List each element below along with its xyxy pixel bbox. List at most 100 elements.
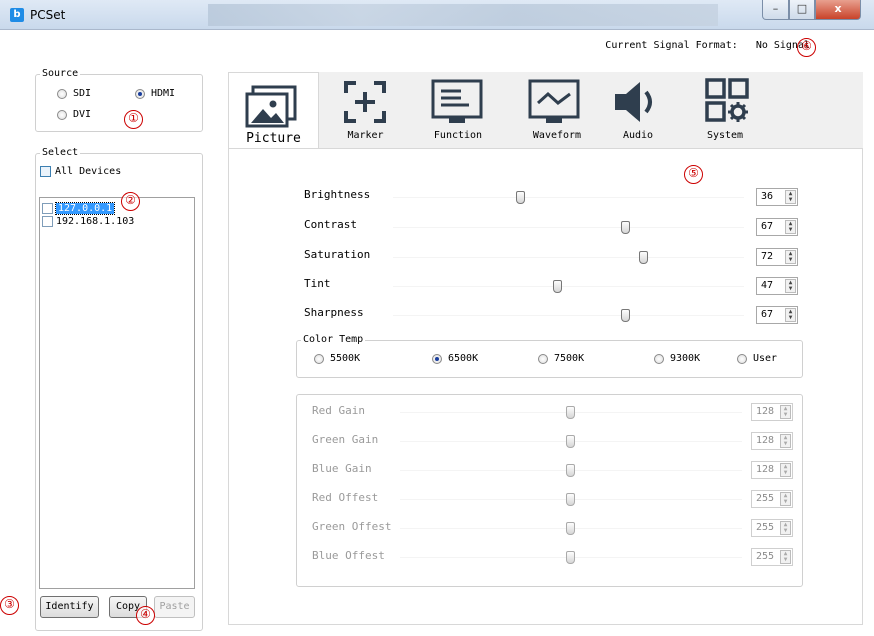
system-icon <box>705 78 749 122</box>
all-devices-checkbox[interactable]: All Devices <box>40 166 121 177</box>
gain-label: Blue Gain <box>312 462 372 475</box>
tab-function[interactable]: Function <box>411 72 505 148</box>
gain-label: Green Gain <box>312 433 379 446</box>
value-spinbox[interactable]: 67 ▲ ▼ <box>756 218 798 236</box>
slider-label: Tint <box>304 277 331 290</box>
tab-system[interactable]: System <box>685 72 765 148</box>
gain-label: Blue Offest <box>312 549 385 562</box>
source-group: Source <box>35 68 203 132</box>
color-temp-radio-6500k[interactable]: 6500K <box>432 353 478 364</box>
spin-arrows-icon[interactable]: ▲ ▼ <box>780 521 791 535</box>
spin-arrows-icon[interactable]: ▲ ▼ <box>785 308 796 322</box>
spin-arrows-icon[interactable]: ▲ ▼ <box>785 279 796 293</box>
window-title: PCSet <box>30 8 66 22</box>
slider-label: Saturation <box>304 248 371 261</box>
value-spinbox[interactable]: 255 ▲ ▼ <box>751 548 793 566</box>
spin-arrows-icon[interactable]: ▲ ▼ <box>780 550 791 564</box>
value-spinbox[interactable]: 255 ▲ ▼ <box>751 519 793 537</box>
slider-track[interactable] <box>393 197 744 198</box>
checkbox-icon <box>40 166 51 177</box>
slider-track[interactable] <box>393 315 744 316</box>
slider-label: Sharpness <box>304 306 364 319</box>
color-temp-legend: Color Temp <box>301 334 366 345</box>
tab-waveform[interactable]: Waveform <box>510 72 604 148</box>
slider-thumb[interactable] <box>566 406 575 419</box>
picture-icon <box>245 85 297 128</box>
checkbox-icon[interactable] <box>42 203 53 214</box>
annotation-4: ④ <box>136 606 155 625</box>
function-icon <box>431 79 483 123</box>
slider-track[interactable] <box>393 227 744 228</box>
signal-format: Current Signal Format: No Signal <box>605 40 810 51</box>
color-temp-radio-5500k[interactable]: 5500K <box>314 353 360 364</box>
spin-arrows-icon[interactable]: ▲ ▼ <box>780 492 791 506</box>
color-temp-radio-user[interactable]: User <box>737 353 777 364</box>
radio-icon <box>737 353 747 364</box>
value-spinbox[interactable]: 128 ▲ ▼ <box>751 432 793 450</box>
slider-track[interactable] <box>393 257 744 258</box>
gain-label: Red Offest <box>312 491 379 504</box>
value-spinbox[interactable]: 128 ▲ ▼ <box>751 461 793 479</box>
value-spinbox[interactable]: 67 ▲ ▼ <box>756 306 798 324</box>
tab-audio[interactable]: Audio <box>598 72 678 148</box>
value-spinbox[interactable]: 128 ▲ ▼ <box>751 403 793 421</box>
value-spinbox[interactable]: 255 ▲ ▼ <box>751 490 793 508</box>
checkbox-icon[interactable] <box>42 216 53 227</box>
source-legend: Source <box>40 68 81 79</box>
radio-icon <box>432 353 442 364</box>
source-radio-dvi[interactable]: DVI <box>57 109 91 120</box>
value-spinbox[interactable]: 72 ▲ ▼ <box>756 248 798 266</box>
minimize-button[interactable]: – <box>762 0 789 20</box>
slider-thumb[interactable] <box>566 551 575 564</box>
radio-icon <box>314 353 324 364</box>
list-item[interactable]: 127.0.0.1 <box>42 202 116 215</box>
slider-thumb[interactable] <box>553 280 562 293</box>
app-icon: b <box>10 8 24 22</box>
slider-label: Contrast <box>304 218 357 231</box>
close-button[interactable]: x <box>815 0 861 20</box>
slider-thumb[interactable] <box>566 522 575 535</box>
radio-icon <box>654 353 664 364</box>
spin-arrows-icon[interactable]: ▲ ▼ <box>780 463 791 477</box>
slider-thumb[interactable] <box>621 309 630 322</box>
tab-picture[interactable]: Picture <box>228 72 319 150</box>
slider-track[interactable] <box>393 286 744 287</box>
slider-thumb[interactable] <box>516 191 525 204</box>
source-radio-hdmi[interactable]: HDMI <box>135 88 175 99</box>
select-legend: Select <box>40 147 81 158</box>
radio-icon <box>57 109 67 120</box>
annotation-2: ② <box>121 192 140 211</box>
identify-button[interactable]: Identify <box>40 596 99 618</box>
device-list[interactable]: 127.0.0.1 192.168.1.103 <box>39 197 195 589</box>
paste-button[interactable]: Paste <box>154 596 195 618</box>
color-temp-radio-7500k[interactable]: 7500K <box>538 353 584 364</box>
maximize-button[interactable]: □ <box>789 0 815 20</box>
picture-panel: ⑤ Brightness 36 ▲ ▼ Contrast 67 ▲ ▼ Satura… <box>228 148 863 625</box>
slider-thumb[interactable] <box>639 251 648 264</box>
slider-thumb[interactable] <box>566 493 575 506</box>
spin-arrows-icon[interactable]: ▲ ▼ <box>780 405 791 419</box>
color-temp-radio-9300k[interactable]: 9300K <box>654 353 700 364</box>
annotation-3: ③ <box>0 596 19 615</box>
waveform-icon <box>528 79 580 123</box>
spin-arrows-icon[interactable]: ▲ ▼ <box>785 220 796 234</box>
spin-arrows-icon[interactable]: ▲ ▼ <box>780 434 791 448</box>
value-spinbox[interactable]: 47 ▲ ▼ <box>756 277 798 295</box>
annotation-6: ⑥ <box>797 38 816 57</box>
spin-arrows-icon[interactable]: ▲ ▼ <box>785 250 796 264</box>
gain-label: Red Gain <box>312 404 365 417</box>
gain-label: Green Offest <box>312 520 392 533</box>
marker-icon <box>344 81 386 123</box>
title-bar: b PCSet – □ x <box>0 0 874 30</box>
slider-thumb[interactable] <box>566 464 575 477</box>
tab-bar: Picture Marker Function Waveform Audio S… <box>228 72 863 150</box>
radio-icon <box>57 88 67 99</box>
tab-marker[interactable]: Marker <box>323 72 408 148</box>
spin-arrows-icon[interactable]: ▲ ▼ <box>785 190 796 204</box>
value-spinbox[interactable]: 36 ▲ ▼ <box>756 188 798 206</box>
slider-thumb[interactable] <box>621 221 630 234</box>
slider-thumb[interactable] <box>566 435 575 448</box>
source-radio-sdi[interactable]: SDI <box>57 88 91 99</box>
title-bar-blurred-area <box>208 4 718 26</box>
list-item[interactable]: 192.168.1.103 <box>42 216 134 227</box>
